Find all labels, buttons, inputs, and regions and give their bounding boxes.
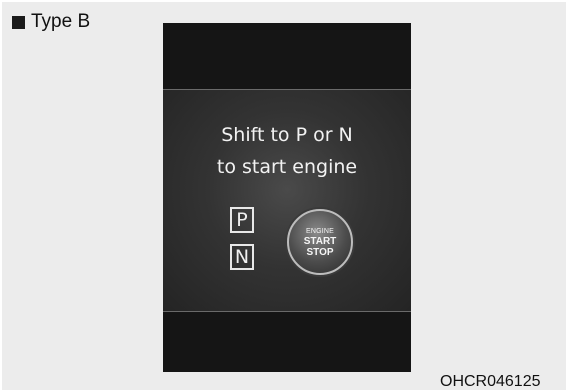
message-line-2: to start engine (216, 156, 358, 178)
display-message-area: Shift to P or N to start engine P N ENGI… (163, 89, 411, 312)
display-top-band (163, 23, 411, 89)
cluster-display: Shift to P or N to start engine P N ENGI… (163, 23, 411, 372)
start-button-line-2: START (303, 235, 337, 247)
display-bottom-band (163, 312, 411, 372)
engine-start-stop-button-icon: ENGINE START STOP (287, 209, 353, 275)
figure-frame: Type B Shift to P or N to start engine P… (2, 2, 566, 390)
bullet-square-icon (12, 15, 25, 29)
gear-p-indicator: P (230, 207, 254, 233)
gear-n-indicator: N (230, 244, 254, 270)
message-line-1: Shift to P or N (221, 124, 353, 146)
start-button-line-3: STOP (306, 246, 334, 258)
type-label-text: Type B (31, 11, 91, 32)
start-button-line-1: ENGINE (305, 227, 335, 235)
figure-code: OHCR046125 (440, 373, 541, 390)
type-label: Type B (12, 11, 90, 33)
